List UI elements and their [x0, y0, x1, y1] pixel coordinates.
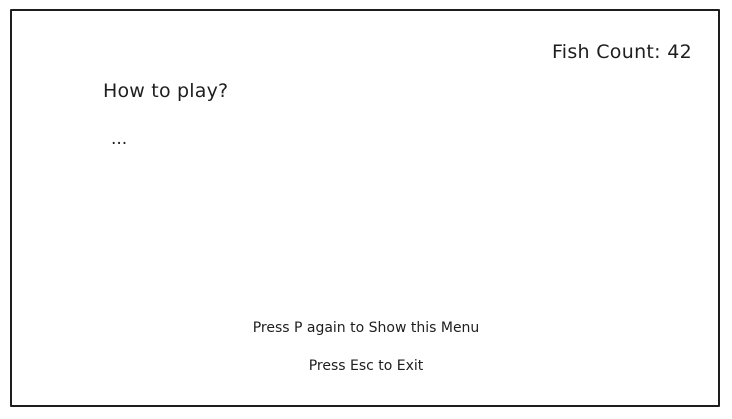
- fish-count-label: Fish Count: 42: [551, 41, 692, 63]
- instructions-text: ...: [111, 129, 128, 149]
- how-to-play-heading: How to play?: [103, 80, 229, 102]
- exit-hint: Press Esc to Exit: [308, 358, 424, 374]
- show-menu-hint: Press P again to Show this Menu: [252, 320, 480, 336]
- game-menu-frame: [10, 9, 720, 407]
